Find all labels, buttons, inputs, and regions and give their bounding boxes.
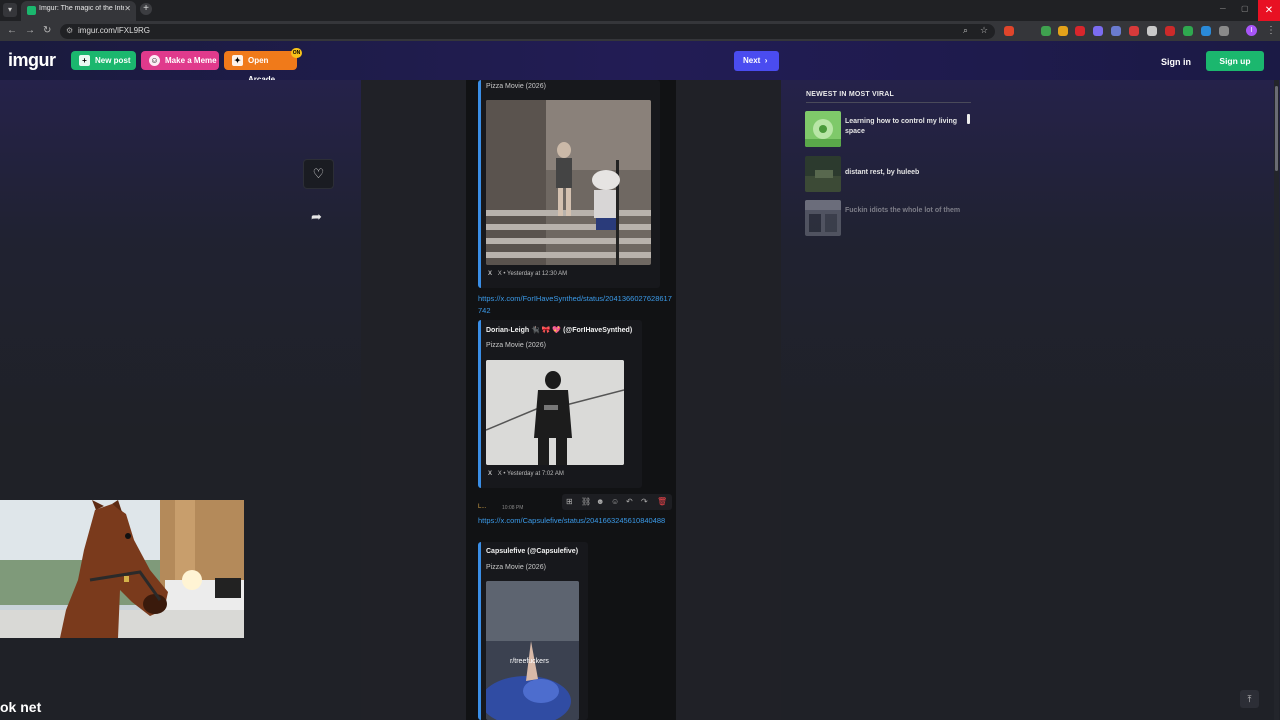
- viral-post-title: Learning how to control my living space: [845, 118, 958, 135]
- x-logo-icon: X: [488, 271, 493, 277]
- embed-video-thumbnail[interactable]: [486, 360, 624, 465]
- extension-icon[interactable]: [1165, 26, 1175, 36]
- sign-up-button[interactable]: Sign up: [1206, 51, 1264, 71]
- viral-post-title: distant rest, by huleeb: [845, 169, 920, 176]
- minimize-icon[interactable]: ─: [1220, 4, 1226, 13]
- reload-icon[interactable]: ↻: [43, 25, 51, 36]
- webcam-overlay: [0, 500, 244, 638]
- message-timestamp: 10:08 PM: [502, 505, 524, 511]
- x-logo-icon: X: [488, 471, 493, 477]
- sign-in-link[interactable]: Sign in: [1161, 57, 1191, 67]
- window-close-button[interactable]: ✕: [1258, 0, 1280, 21]
- new-post-label: New post: [95, 56, 131, 65]
- scroll-to-top-button[interactable]: ⤒: [1240, 690, 1259, 708]
- imgur-logo[interactable]: imgur: [8, 50, 56, 71]
- extension-icon[interactable]: [1041, 26, 1051, 36]
- extensions-puzzle-icon[interactable]: [1219, 26, 1229, 36]
- favorite-heart-button[interactable]: ♡: [303, 159, 334, 189]
- embed-author[interactable]: Capsulefive (@Capsulefive): [486, 548, 578, 555]
- chevron-right-icon: ›: [762, 56, 768, 65]
- make-meme-label: Make a Meme: [165, 56, 217, 65]
- extension-icon[interactable]: [1183, 26, 1193, 36]
- site-info-icon[interactable]: ⚙: [66, 26, 73, 35]
- embed-title: Pizza Movie (2026): [486, 83, 546, 90]
- new-tab-button[interactable]: +: [140, 3, 152, 15]
- sidebar-title: NEWEST IN MOST VIRAL: [806, 91, 894, 98]
- embed-footer: X X • Yesterday at 7:02 AM: [488, 471, 564, 477]
- next-label: Next: [743, 56, 761, 65]
- forward-icon[interactable]: →: [25, 25, 35, 36]
- tab-search-icon[interactable]: ▾: [3, 3, 17, 17]
- extension-icon[interactable]: [1111, 26, 1121, 36]
- message-username[interactable]: L...: [478, 504, 486, 510]
- message-actions-toolbar: ⊞ ⛓ ☻ ☺ ↶ ↷ 🗑: [562, 494, 672, 510]
- tab-title: Imgur: The magic of the Interne: [39, 5, 124, 12]
- arcade-status-badge: ON: [291, 48, 302, 58]
- embed-video-thumbnail[interactable]: r/treefuckers: [486, 581, 579, 720]
- apps-icon[interactable]: ⊞: [566, 497, 573, 506]
- link-icon[interactable]: ⛓: [581, 497, 591, 506]
- url-text: imgur.com/lFXL9RG: [78, 26, 151, 35]
- delete-icon[interactable]: 🗑: [657, 497, 667, 506]
- viral-post-title: Fuckin idiots the whole lot of them: [845, 207, 961, 214]
- make-meme-button[interactable]: ☺ Make a Meme: [141, 51, 219, 70]
- browser-toolbar: ← → ↻ ⚙ imgur.com/lFXL9RG ⌕ ☆ I ⋮: [0, 21, 1280, 41]
- sidebar-divider: [806, 102, 971, 103]
- tab-close-icon[interactable]: ✕: [124, 4, 131, 13]
- stream-overlay-text: ok net: [0, 699, 42, 715]
- embed-author[interactable]: Dorian-Leigh 🐈‍⬛ 🎀 💖 (@ForIHaveSynthed): [486, 326, 632, 334]
- browser-tab[interactable]: Imgur: The magic of the Interne ✕: [21, 1, 136, 21]
- embed-title: Pizza Movie (2026): [486, 564, 546, 571]
- embed-link[interactable]: https://x.com/Capsulefive/status/2041663…: [478, 515, 672, 527]
- browser-tab-bar: ▾ Imgur: The magic of the Interne ✕ + ─ …: [0, 0, 1280, 21]
- forward-icon[interactable]: ↷: [641, 497, 648, 506]
- embed-link[interactable]: https://x.com/ForIHaveSynthed/status/204…: [478, 293, 672, 317]
- bookmark-star-icon[interactable]: ☆: [980, 25, 988, 36]
- embed-video-thumbnail[interactable]: [486, 100, 651, 265]
- viral-post-item[interactable]: distant rest, by huleeb: [805, 156, 975, 192]
- viral-post-thumbnail: [805, 111, 841, 147]
- open-arcade-button[interactable]: ✦ Open Arcade: [224, 51, 297, 84]
- plus-icon: +: [79, 55, 90, 66]
- meme-icon: ☺: [149, 55, 160, 66]
- embed-footer-text: X • Yesterday at 7:02 AM: [497, 471, 564, 477]
- scrollbar-thumb[interactable]: [1275, 86, 1278, 171]
- back-icon[interactable]: ←: [7, 25, 17, 36]
- address-bar[interactable]: ⚙ imgur.com/lFXL9RG ⌕ ☆: [60, 24, 995, 39]
- page-scrollbar[interactable]: [1274, 80, 1279, 720]
- maximize-icon[interactable]: ▢: [1241, 4, 1249, 13]
- viral-post-thumbnail: [805, 200, 841, 236]
- extension-icon[interactable]: [1147, 26, 1157, 36]
- extension-icon[interactable]: [1004, 26, 1014, 36]
- extension-icon[interactable]: [1058, 26, 1068, 36]
- reply-icon[interactable]: ↶: [626, 497, 633, 506]
- zoom-icon[interactable]: ⌕: [963, 25, 968, 36]
- extension-icon[interactable]: [1093, 26, 1103, 36]
- site-header: imgur + New post ☺ Make a Meme ✦ Open Ar…: [0, 41, 1280, 84]
- add-reaction-icon[interactable]: ☻: [596, 497, 604, 506]
- gamepad-icon: ✦: [232, 55, 243, 66]
- new-post-button[interactable]: + New post: [71, 51, 136, 70]
- media-caption: r/treefuckers: [510, 658, 549, 665]
- browser-menu-icon[interactable]: ⋮: [1266, 25, 1276, 36]
- extension-icon[interactable]: [1129, 26, 1139, 36]
- extension-icon[interactable]: [1075, 26, 1085, 36]
- imgur-favicon-icon: [27, 6, 36, 15]
- viral-post-thumbnail: [805, 156, 841, 192]
- extension-icon[interactable]: [1201, 26, 1211, 36]
- scroll-indicator: [967, 114, 970, 124]
- viral-post-item[interactable]: Fuckin idiots the whole lot of them: [805, 200, 975, 236]
- embed-footer: X X • Yesterday at 12:30 AM: [488, 271, 567, 277]
- next-post-button[interactable]: Next ›: [734, 51, 779, 71]
- viral-post-item[interactable]: Learning how to control my living space: [805, 111, 975, 147]
- embed-footer-text: X • Yesterday at 12:30 AM: [497, 271, 568, 277]
- emoji-icon[interactable]: ☺: [611, 497, 619, 506]
- embed-title: Pizza Movie (2026): [486, 342, 546, 349]
- share-arrow-icon[interactable]: ➦: [311, 209, 322, 225]
- profile-avatar[interactable]: I: [1246, 25, 1257, 36]
